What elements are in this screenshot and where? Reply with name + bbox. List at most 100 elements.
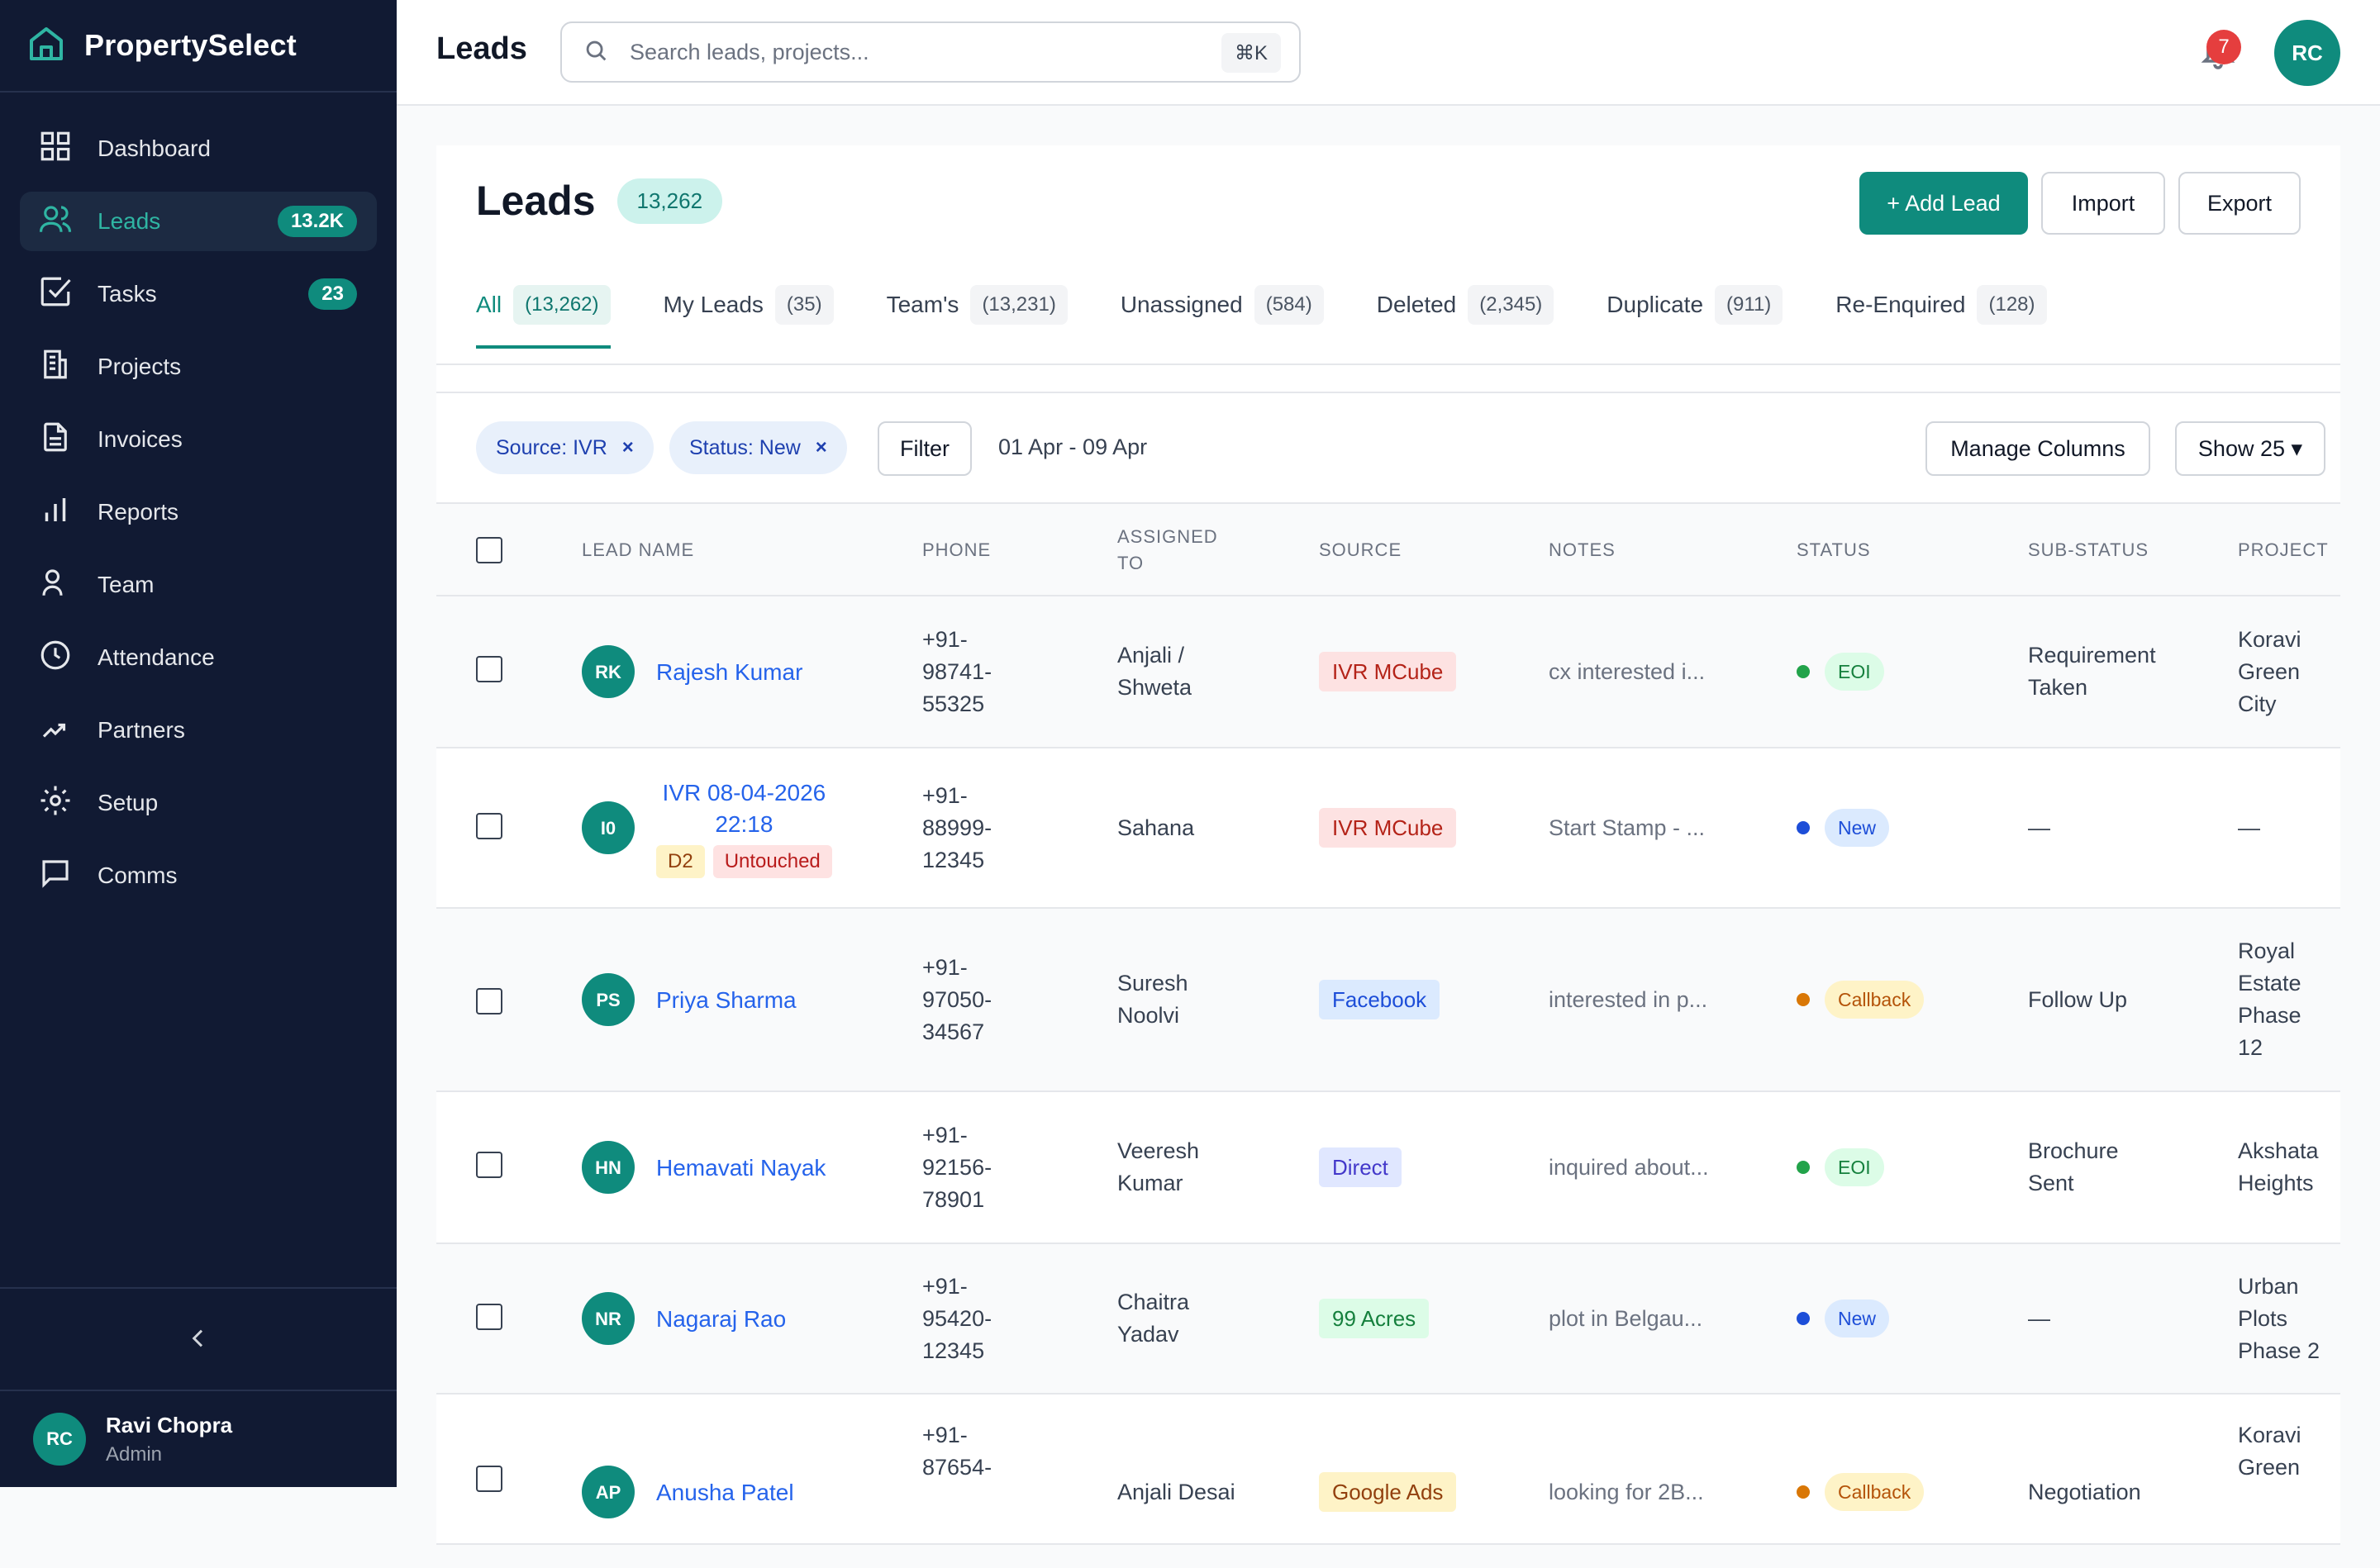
lead-name-link[interactable]: Priya Sharma [656, 984, 797, 1016]
table-row[interactable]: RK Rajesh Kumar +91- 98741- 55325 Anjali… [436, 596, 2340, 748]
tab-my-leads[interactable]: My Leads (35) [664, 271, 834, 339]
sidebar-item-label: Invoices [98, 426, 183, 452]
sidebar: PropertySelect Dashboard Leads 13.2K Tas… [0, 0, 397, 1487]
lead-name-link[interactable]: IVR 08-04-2026 22:18 [663, 777, 826, 840]
tab-re-enquired[interactable]: Re-Enquired (128) [1835, 271, 2047, 339]
collapse-sidebar-button[interactable] [0, 1287, 397, 1391]
sidebar-item-dashboard[interactable]: Dashboard [20, 119, 377, 178]
sidebar-item-team[interactable]: Team [20, 555, 377, 615]
page-size-select[interactable]: Show 25 ▾ [2175, 421, 2325, 476]
tab-count: (584) [1254, 285, 1324, 325]
assigned-to: Veeresh Kumar [1117, 1138, 1200, 1195]
sub-status: Brochure Sent [2028, 1138, 2119, 1195]
column-header[interactable]: STATUS [1797, 504, 1871, 596]
column-header[interactable]: ASSIGNED TO [1117, 504, 1218, 596]
status-badge[interactable]: New [1825, 1300, 1890, 1338]
status-badge[interactable]: EOI [1825, 1148, 1884, 1186]
source-badge: Direct [1319, 1147, 1402, 1187]
import-button[interactable]: Import [2041, 172, 2165, 235]
status-badge[interactable]: New [1825, 809, 1890, 847]
table-row[interactable]: HN Hemavati Nayak +91- 92156- 78901 Veer… [436, 1092, 2340, 1244]
filter-button[interactable]: Filter [878, 421, 972, 476]
file-text-icon [38, 420, 73, 460]
close-icon[interactable]: × [622, 436, 634, 459]
tab-count: (13,231) [970, 285, 1068, 325]
status-badge[interactable]: Callback [1825, 1473, 1925, 1511]
column-header[interactable]: SUB-STATUS [2028, 504, 2149, 596]
status-dot [1797, 1312, 1810, 1325]
search-input[interactable] [628, 38, 1177, 66]
avatar: I0 [582, 801, 635, 854]
lead-name-link[interactable]: Anusha Patel [656, 1476, 794, 1509]
bar-chart-icon [38, 492, 73, 533]
phone: +91- 87654- [922, 1423, 992, 1480]
row-checkbox[interactable] [476, 1466, 502, 1492]
profile-avatar[interactable]: RC [2274, 20, 2340, 86]
filter-chip-source[interactable]: Source: IVR × [476, 421, 654, 474]
manage-columns-button[interactable]: Manage Columns [1925, 421, 2150, 476]
sidebar-item-projects[interactable]: Projects [20, 337, 377, 397]
close-icon[interactable]: × [816, 436, 827, 459]
tab-teams[interactable]: Team's (13,231) [887, 271, 1068, 339]
notifications-badge: 7 [2206, 30, 2241, 64]
filter-chip-status[interactable]: Status: New × [669, 421, 847, 474]
sidebar-item-leads[interactable]: Leads 13.2K [20, 192, 377, 251]
row-checkbox[interactable] [476, 656, 502, 682]
table-row[interactable]: AP Anusha Patel +91- 87654- Anjali Desai… [436, 1395, 2340, 1545]
column-header[interactable]: LEAD NAME [582, 504, 694, 596]
notes: looking for 2B... [1549, 1479, 1704, 1504]
add-lead-button[interactable]: + Add Lead [1859, 172, 2028, 235]
sidebar-item-setup[interactable]: Setup [20, 773, 377, 833]
tab-deleted[interactable]: Deleted (2,345) [1377, 271, 1554, 339]
row-checkbox[interactable] [476, 813, 502, 839]
select-all-checkbox[interactable] [476, 537, 502, 563]
lead-name-link[interactable]: Hemavati Nayak [656, 1152, 826, 1184]
project: — [2238, 815, 2260, 840]
logo[interactable]: PropertySelect [0, 0, 397, 93]
leads-table: LEAD NAME PHONE ASSIGNED TO SOURCE NOTES… [436, 502, 2340, 1545]
user-profile[interactable]: RC Ravi Chopra Admin [0, 1390, 397, 1487]
table-row[interactable]: I0 IVR 08-04-2026 22:18 D2 Untouched +91… [436, 748, 2340, 909]
column-header[interactable]: PHONE [922, 504, 991, 596]
column-header[interactable]: PROJECT [2238, 504, 2329, 596]
sidebar-item-tasks[interactable]: Tasks 23 [20, 264, 377, 324]
notes: interested in p... [1549, 986, 1708, 1012]
phone: +91- 88999- 12345 [922, 782, 992, 872]
project: Royal Estate Phase 12 [2238, 938, 2301, 1060]
tab-label: My Leads [663, 292, 764, 317]
source-badge: 99 Acres [1319, 1299, 1430, 1338]
priority-tag: D2 [656, 845, 705, 878]
status-dot [1797, 993, 1810, 1006]
export-button[interactable]: Export [2178, 172, 2301, 235]
chevron-left-icon [185, 1325, 212, 1356]
clock-icon [38, 638, 73, 678]
sub-status: Follow Up [2028, 986, 2128, 1012]
handshake-icon [38, 710, 73, 751]
avatar: RK [582, 645, 635, 698]
tab-duplicate[interactable]: Duplicate (911) [1606, 271, 1783, 339]
sidebar-item-comms[interactable]: Comms [20, 846, 377, 905]
sidebar-item-invoices[interactable]: Invoices [20, 410, 377, 469]
sidebar-item-reports[interactable]: Reports [20, 482, 377, 542]
lead-name-link[interactable]: Rajesh Kumar [656, 656, 802, 688]
sidebar-item-attendance[interactable]: Attendance [20, 628, 377, 687]
status-badge[interactable]: EOI [1825, 653, 1884, 691]
column-header[interactable]: NOTES [1549, 504, 1616, 596]
status-badge[interactable]: Callback [1825, 981, 1925, 1019]
column-header[interactable]: SOURCE [1319, 504, 1402, 596]
row-checkbox[interactable] [476, 1152, 502, 1178]
date-range[interactable]: 01 Apr - 09 Apr [998, 435, 1147, 460]
project: Akshata Heights [2238, 1138, 2319, 1195]
brand-name: PropertySelect [84, 28, 297, 62]
table-row[interactable]: PS Priya Sharma +91- 97050- 34567 Suresh… [436, 909, 2340, 1092]
tab-unassigned[interactable]: Unassigned (584) [1121, 271, 1324, 339]
row-checkbox[interactable] [476, 988, 502, 1014]
page-title: Leads [476, 178, 596, 224]
row-checkbox[interactable] [476, 1304, 502, 1330]
table-row[interactable]: NR Nagaraj Rao +91- 95420- 12345 Chaitra… [436, 1244, 2340, 1395]
lead-name-link[interactable]: Nagaraj Rao [656, 1303, 786, 1335]
sidebar-item-partners[interactable]: Partners [20, 701, 377, 760]
tab-all[interactable]: All (13,262) [476, 271, 611, 349]
status-dot [1797, 665, 1810, 678]
search-box[interactable]: ⌘K [560, 21, 1301, 83]
